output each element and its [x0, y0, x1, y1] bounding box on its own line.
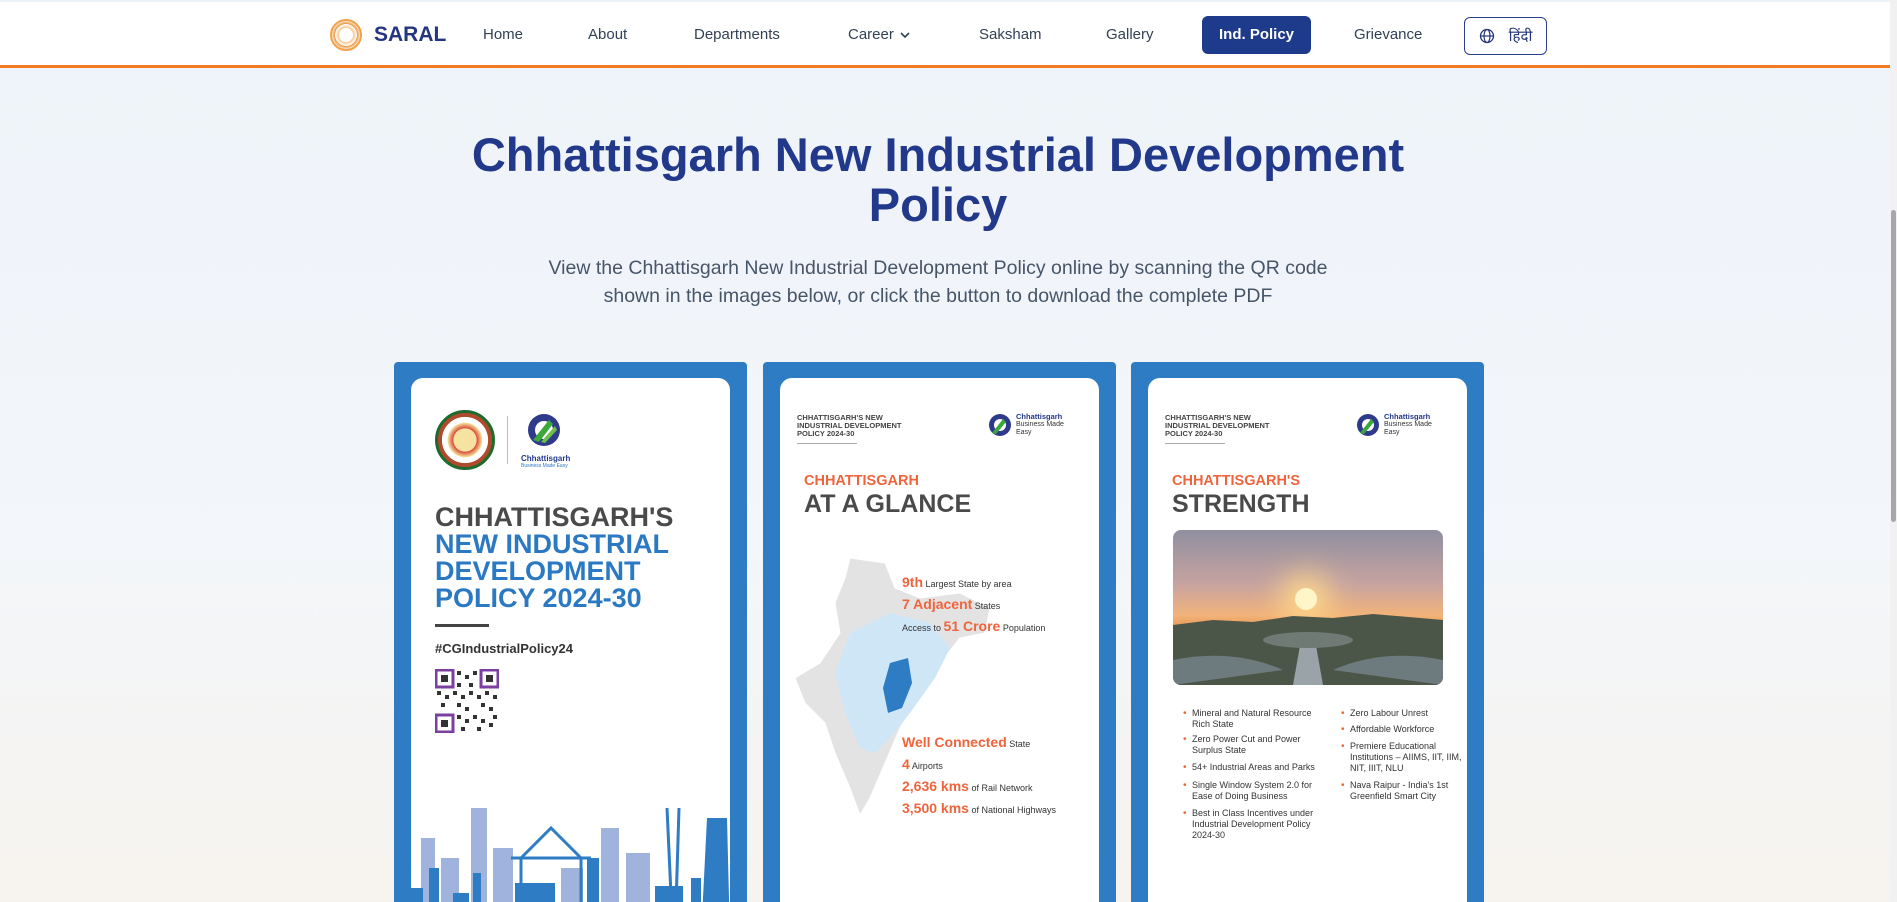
card-heading: STRENGTH: [1172, 490, 1310, 518]
strength-left-2: Zero Power Cut and Power Surplus State: [1183, 734, 1312, 756]
sunset-city-photo: [1173, 530, 1443, 685]
strength-left-1: Mineral and Natural Resource Rich State: [1183, 708, 1322, 730]
strength-right-4: Nava Raipur - India's 1st Greenfield Sma…: [1341, 780, 1460, 802]
header-rule: [1165, 443, 1225, 444]
hashtag: #CGIndustrialPolicy24: [435, 641, 573, 656]
stat-population-value: 51 Crore: [943, 618, 1001, 634]
stat-population-label: Population: [1002, 623, 1046, 633]
page-scrollbar-thumb[interactable]: [1891, 210, 1896, 522]
nav-career[interactable]: Career: [848, 18, 910, 52]
card-kicker: CHHATTISGARH: [804, 473, 919, 489]
strength-left-5: Best in Class Incentives under Industria…: [1183, 808, 1332, 841]
stat-highways: 3,500 kms of National Highways: [902, 800, 1056, 816]
logo-text: Chhattisgarh: [521, 454, 571, 463]
page-title: Chhattisgarh New Industrial Development …: [471, 128, 1405, 231]
stat-connected: Well Connected State: [902, 734, 1030, 750]
logo-tagline: Business Made Easy: [1384, 421, 1432, 436]
page-subtitle: View the Chhattisgarh New Industrial Dev…: [548, 257, 1328, 307]
stat-airports-value: 4: [902, 756, 910, 772]
strength-right-2: Affordable Workforce: [1341, 724, 1460, 735]
nav-career-label: Career: [848, 26, 894, 43]
top-navbar: SARAL Home About Departments Career Saks…: [0, 2, 1890, 68]
stat-area: 9th Largest State by area: [902, 574, 1012, 590]
stat-highways-value: 3,500 kms: [902, 800, 969, 816]
strength-right-3: Premiere Educational Institutions – AIIM…: [1341, 741, 1465, 774]
stat-connected-label: State: [1009, 739, 1031, 749]
logo-text: Chhattisgarh: [1016, 412, 1063, 421]
stat-adjacent-value: 7 Adjacent: [902, 596, 973, 612]
nav-grievance[interactable]: Grievance: [1354, 18, 1422, 52]
policy-card-cover-inner: Chhattisgarh Business Made Easy CHHATTIS…: [411, 378, 730, 902]
card-kicker: CHHATTISGARH'S: [1172, 473, 1301, 489]
card-heading: AT A GLANCE: [804, 490, 972, 518]
policy-card-strength-inner: CHHATTISGARH'S NEW INDUSTRIAL DEVELOPMEN…: [1148, 378, 1467, 902]
language-label: हिंदी: [1508, 28, 1533, 45]
gear-logo-icon: [1357, 414, 1379, 436]
stat-rail: 2,636 kms of Rail Network: [902, 778, 1033, 794]
stat-adjacent: 7 Adjacent States: [902, 596, 1000, 612]
stat-population: Access to 51 Crore Population: [902, 618, 1045, 634]
stat-connected-value: Well Connected: [902, 734, 1007, 750]
logo-tagline: Business Made Easy: [521, 463, 568, 469]
nav-departments[interactable]: Departments: [694, 18, 780, 52]
chevron-down-icon: [900, 32, 910, 39]
logo-divider: [507, 416, 508, 464]
policy-label: CHHATTISGARH'S NEW INDUSTRIAL DEVELOPMEN…: [1165, 413, 1270, 438]
policy-label: CHHATTISGARH'S NEW INDUSTRIAL DEVELOPMEN…: [797, 413, 902, 438]
nav-saksham[interactable]: Saksham: [979, 18, 1042, 52]
cityscape-silhouette: [1173, 614, 1443, 685]
strength-left-4: Single Window System 2.0 for Ease of Doi…: [1183, 780, 1317, 802]
stat-area-value: 9th: [902, 574, 923, 590]
policy-card-at-a-glance[interactable]: CHHATTISGARH'S NEW INDUSTRIAL DEVELOPMEN…: [763, 362, 1116, 902]
nav-gallery[interactable]: Gallery: [1106, 18, 1154, 52]
brand-name: SARAL: [374, 23, 447, 46]
cover-title-line-2: NEW INDUSTRIAL: [435, 529, 669, 559]
stat-population-prefix: Access to: [902, 623, 942, 633]
stat-area-label: Largest State by area: [925, 579, 1012, 589]
cover-title: CHHATTISGARH'S NEW INDUSTRIAL DEVELOPMEN…: [435, 504, 673, 612]
brand-link[interactable]: SARAL: [330, 18, 446, 52]
stat-adjacent-label: States: [974, 601, 1001, 611]
stat-airports-label: Airports: [911, 761, 943, 771]
strength-left-3: 54+ Industrial Areas and Parks: [1183, 762, 1332, 773]
cover-title-line-1: CHHATTISGARH'S: [435, 502, 674, 532]
cover-title-line-3: DEVELOPMENT: [435, 556, 641, 586]
language-toggle-button[interactable]: हिंदी: [1464, 17, 1547, 55]
policy-card-strength[interactable]: CHHATTISGARH'S NEW INDUSTRIAL DEVELOPMEN…: [1131, 362, 1484, 902]
nav-home[interactable]: Home: [483, 18, 523, 52]
gear-logo-icon: [989, 414, 1011, 436]
logo-text: Chhattisgarh: [1384, 412, 1431, 421]
stat-airports: 4 Airports: [902, 756, 943, 772]
logo-tagline: Business Made Easy: [1016, 421, 1064, 436]
header-rule: [797, 443, 857, 444]
stat-highways-label: of National Highways: [971, 805, 1057, 815]
stat-rail-label: of Rail Network: [971, 783, 1033, 793]
strength-right-1: Zero Labour Unrest: [1341, 708, 1460, 719]
gear-logo-icon: [528, 414, 560, 446]
nav-about[interactable]: About: [588, 18, 627, 52]
state-emblem-icon: [330, 19, 362, 51]
qr-code-icon: [435, 669, 499, 733]
nav-ind-policy[interactable]: Ind. Policy: [1202, 16, 1312, 54]
stat-rail-value: 2,636 kms: [902, 778, 969, 794]
policy-card-cover[interactable]: Chhattisgarh Business Made Easy CHHATTIS…: [394, 362, 747, 902]
cover-rule: [435, 624, 489, 627]
policy-card-at-a-glance-inner: CHHATTISGARH'S NEW INDUSTRIAL DEVELOPMEN…: [780, 378, 1099, 902]
globe-icon: [1479, 28, 1494, 44]
government-emblem-icon: [435, 410, 495, 470]
industrial-skyline-illustration: [411, 807, 730, 902]
cover-title-line-4: POLICY 2024-30: [435, 583, 642, 613]
